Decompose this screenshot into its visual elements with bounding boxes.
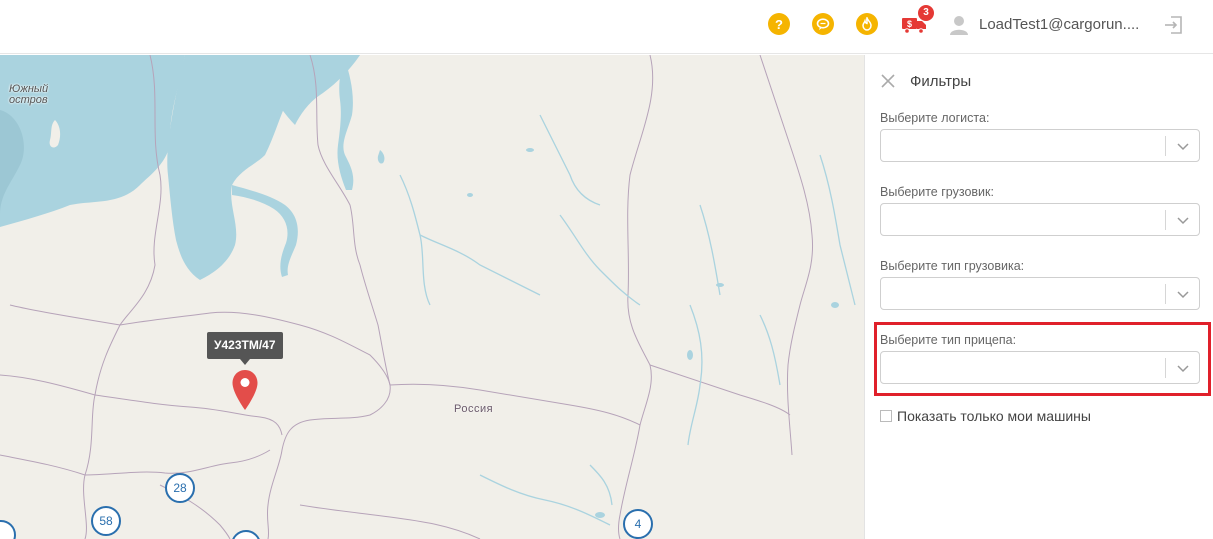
trailer-type-label: Выберите тип прицепа:	[880, 333, 1017, 347]
logout-icon[interactable]	[1163, 14, 1185, 36]
map-cluster[interactable]: 58	[91, 506, 121, 536]
chat-button[interactable]	[812, 13, 834, 35]
chevron-down-icon	[1177, 217, 1189, 225]
map-cluster[interactable]: 28	[165, 473, 195, 503]
truck-type-select[interactable]	[880, 277, 1200, 310]
user-icon	[950, 16, 968, 35]
truck-select[interactable]	[880, 203, 1200, 236]
logist-select[interactable]	[880, 129, 1200, 162]
trailer-type-select[interactable]	[880, 351, 1200, 384]
chat-icon	[816, 18, 830, 30]
only-mine-checkbox[interactable]	[880, 410, 892, 422]
map-tiles	[0, 55, 856, 539]
svg-text:$: $	[907, 19, 912, 29]
filter-panel: Фильтры Выберите логиста: Выберите грузо…	[864, 55, 1213, 539]
notification-badge: 3	[918, 5, 934, 21]
tooltip-arrow	[240, 359, 250, 365]
close-icon[interactable]	[880, 73, 896, 89]
map-marker-icon[interactable]	[231, 369, 259, 411]
fire-icon	[862, 17, 872, 31]
fire-button[interactable]	[856, 13, 878, 35]
map-cluster[interactable]: 4	[623, 509, 653, 539]
map-area[interactable]: Южный остров Россия У423ТМ/47 28 58 4	[0, 55, 864, 539]
question-icon: ?	[775, 17, 783, 31]
truck-label: Выберите грузовик:	[880, 185, 994, 199]
help-button[interactable]: ?	[768, 13, 790, 35]
chevron-down-icon	[1177, 143, 1189, 151]
chevron-down-icon	[1177, 291, 1189, 299]
marker-tooltip: У423ТМ/47	[207, 332, 283, 359]
only-mine-row[interactable]: Показать только мои машины	[880, 408, 1091, 424]
filters-title: Фильтры	[910, 73, 972, 90]
user-name[interactable]: LoadTest1@cargorun....	[979, 16, 1139, 33]
truck-type-label: Выберите тип грузовика:	[880, 259, 1025, 273]
logist-label: Выберите логиста:	[880, 111, 990, 125]
only-mine-label[interactable]: Показать только мои машины	[897, 408, 1091, 424]
svg-text:?: ?	[775, 17, 783, 31]
chevron-down-icon	[1177, 365, 1189, 373]
country-label: Россия	[454, 403, 494, 415]
place-label: Южный остров	[9, 83, 49, 106]
top-header: ? $ 3 LoadTest1@cargorun....	[0, 0, 1213, 54]
